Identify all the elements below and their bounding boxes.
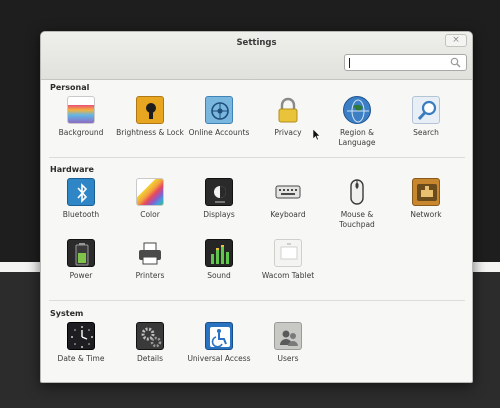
gears-icon: [136, 322, 164, 350]
panel-color[interactable]: Color: [115, 178, 185, 238]
panel-universal-access[interactable]: Universal Access: [184, 322, 254, 382]
panel-printers[interactable]: Printers: [115, 239, 185, 299]
panel-label: Mouse & Touchpad: [339, 210, 375, 229]
sound-icon: [205, 239, 233, 267]
panel-online-accounts[interactable]: Online Accounts: [184, 96, 254, 156]
panel-mouse-touchpad[interactable]: Mouse & Touchpad: [322, 178, 392, 238]
section-label-system: System: [50, 309, 84, 318]
display-icon: [205, 178, 233, 206]
section-divider: [49, 157, 465, 158]
panel-label: Keyboard: [270, 210, 306, 219]
printer-icon: [136, 239, 164, 267]
settings-window: Settings × Personal Background Brightnes…: [40, 31, 473, 383]
panel-label: Displays: [203, 210, 235, 219]
search-icon: [412, 96, 440, 124]
users-icon: [274, 322, 302, 350]
close-button[interactable]: ×: [445, 34, 467, 47]
battery-icon: [67, 239, 95, 267]
panel-label: Background: [58, 128, 104, 137]
panel-bluetooth[interactable]: Bluetooth: [46, 178, 116, 238]
mouse-pointer-icon: [313, 129, 321, 141]
panel-region-language[interactable]: Region & Language: [322, 96, 392, 156]
panel-displays[interactable]: Displays: [184, 178, 254, 238]
panel-label: Printers: [135, 271, 165, 280]
panel-search[interactable]: Search: [391, 96, 461, 156]
panel-brightness-lock[interactable]: Brightness & Lock: [115, 96, 185, 156]
panel-label: Color: [140, 210, 160, 219]
panel-label: Region & Language: [338, 128, 376, 147]
panel-label: Brightness & Lock: [116, 128, 184, 137]
panel-label: Wacom Tablet: [261, 271, 315, 280]
color-icon: [136, 178, 164, 206]
panel-label: Network: [410, 210, 442, 219]
panel-privacy[interactable]: Privacy: [253, 96, 323, 156]
panel-label: Search: [413, 128, 439, 137]
panel-power[interactable]: Power: [46, 239, 116, 299]
settings-panel-grid: Personal Background Brightness & Lock On…: [41, 81, 472, 382]
search-input[interactable]: [344, 54, 467, 71]
search-glass-icon: [450, 57, 461, 68]
panel-users[interactable]: Users: [253, 322, 323, 382]
panel-label: Users: [277, 354, 299, 363]
panel-date-time[interactable]: Date & Time: [46, 322, 116, 382]
panel-wacom-tablet[interactable]: Wacom Tablet: [253, 239, 323, 299]
panel-label: Online Accounts: [188, 128, 250, 137]
lock-icon: [274, 96, 302, 124]
panel-label: Date & Time: [57, 354, 105, 363]
globe-icon: [343, 96, 371, 124]
clock-icon: [67, 322, 95, 350]
section-label-hardware: Hardware: [50, 165, 94, 174]
panel-details[interactable]: Details: [115, 322, 185, 382]
text-caret: [349, 58, 350, 68]
bluetooth-icon: [67, 178, 95, 206]
mouse-icon: [343, 178, 371, 206]
panel-label: Bluetooth: [62, 210, 100, 219]
keyboard-icon: [274, 178, 302, 206]
network-icon: [412, 178, 440, 206]
online-accounts-icon: [205, 96, 233, 124]
panel-label: Power: [69, 271, 93, 280]
accessibility-icon: [205, 322, 233, 350]
brightness-lock-icon: [136, 96, 164, 124]
panel-label: Details: [136, 354, 163, 363]
panel-label: Universal Access: [187, 354, 251, 363]
panel-label: Sound: [207, 271, 231, 280]
panel-background[interactable]: Background: [46, 96, 116, 156]
section-label-personal: Personal: [50, 83, 90, 92]
panel-sound[interactable]: Sound: [184, 239, 254, 299]
window-title: Settings: [236, 38, 277, 48]
panel-keyboard[interactable]: Keyboard: [253, 178, 323, 238]
header-bar: Settings ×: [41, 32, 472, 80]
section-divider: [49, 300, 465, 301]
panel-network[interactable]: Network: [391, 178, 461, 238]
tablet-icon: [274, 239, 302, 267]
background-icon: [67, 96, 95, 124]
